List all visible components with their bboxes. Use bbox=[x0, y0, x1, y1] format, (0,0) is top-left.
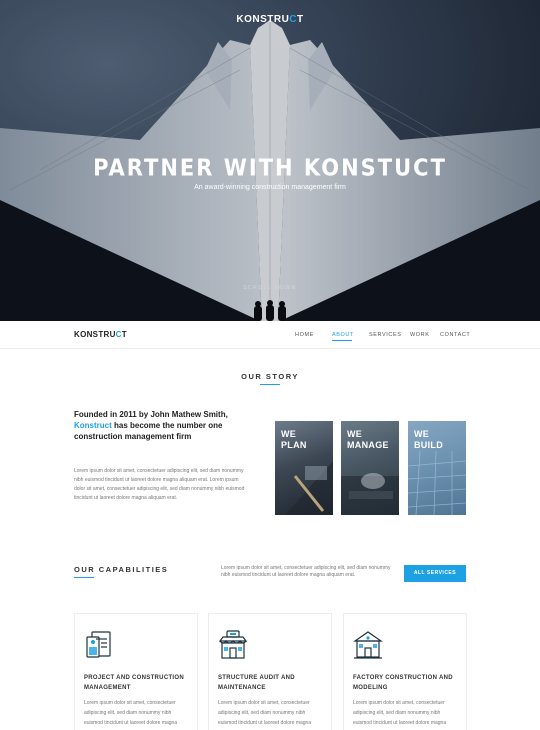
nav-item-work[interactable]: WORK bbox=[410, 332, 430, 338]
building-icon bbox=[353, 629, 383, 666]
we-plan-line2: PLAN bbox=[281, 440, 307, 450]
story-heading: Founded in 2011 by John Mathew Smith, Ko… bbox=[74, 409, 249, 442]
we-manage-line1: WE bbox=[347, 429, 363, 439]
hero-logo-text: KONSTRU bbox=[236, 14, 290, 25]
story-body-text: Lorem ipsum dolor sit amet, consectetuer… bbox=[74, 468, 245, 501]
documents-icon bbox=[84, 629, 114, 666]
story-heading-brand: Konstruct bbox=[74, 421, 112, 430]
hero-title: PARTNER WITH KONSTUCT bbox=[93, 154, 447, 182]
service-card-structure-audit[interactable]: STRUCTURE AUDIT AND MAINTENANCE Lorem ip… bbox=[208, 613, 332, 730]
nav-active-indicator bbox=[332, 340, 352, 341]
we-manage-label: WE MANAGE bbox=[347, 429, 389, 451]
we-build-line2: BUILD bbox=[414, 440, 443, 450]
we-build-card[interactable]: WE BUILD bbox=[408, 421, 466, 515]
nav-item-services[interactable]: SERVICES bbox=[369, 332, 402, 338]
service-title: PROJECT AND CONSTRUCTION MANAGEMENT bbox=[84, 675, 184, 691]
story-heading-start: Founded in 2011 by John Mathew Smith, bbox=[74, 410, 228, 419]
story-title-underline bbox=[260, 384, 280, 385]
we-manage-card[interactable]: WE MANAGE bbox=[341, 421, 399, 515]
service-title: FACTORY CONSTRUCTION AND MODELING bbox=[353, 675, 453, 691]
capabilities-title: OUR CAPABILITIES bbox=[74, 565, 169, 574]
all-services-button[interactable]: ALL SERVICES bbox=[404, 565, 466, 582]
nav-logo[interactable]: KONSTRUCT bbox=[74, 330, 127, 339]
capabilities-title-underline bbox=[74, 577, 94, 578]
storefront-icon bbox=[218, 629, 248, 666]
hero-logo-accent: C bbox=[289, 14, 298, 25]
we-plan-label: WE PLAN bbox=[281, 429, 307, 451]
service-card-project-management[interactable]: PROJECT AND CONSTRUCTION MANAGEMENT Lore… bbox=[74, 613, 198, 730]
capabilities-description: Lorem ipsum dolor sit amet, consectetuer… bbox=[221, 565, 391, 578]
nav-item-about[interactable]: ABOUT bbox=[332, 332, 354, 338]
main-navigation: KONSTRUCT HOME ABOUT SERVICES WORK CONTA… bbox=[0, 321, 540, 349]
we-build-line1: WE bbox=[414, 429, 430, 439]
service-text: Lorem ipsum dolor sit amet, consectetuer… bbox=[218, 700, 312, 726]
nav-logo-text: KONSTRU bbox=[74, 330, 116, 339]
nav-logo-end: T bbox=[121, 330, 127, 339]
hero-section: KONSTRUCT PARTNER WITH KONSTUCT An award… bbox=[0, 0, 540, 321]
service-card-factory-construction[interactable]: FACTORY CONSTRUCTION AND MODELING Lorem … bbox=[343, 613, 467, 730]
service-text: Lorem ipsum dolor sit amet, consectetuer… bbox=[84, 700, 178, 726]
nav-item-home[interactable]: HOME bbox=[295, 332, 314, 338]
story-section-title: OUR STORY bbox=[241, 372, 299, 381]
hero-logo-end: T bbox=[297, 14, 304, 25]
service-title: STRUCTURE AUDIT AND MAINTENANCE bbox=[218, 675, 295, 691]
scroll-down-link[interactable]: SCROLL DOWN bbox=[0, 285, 540, 291]
we-plan-line1: WE bbox=[281, 429, 297, 439]
hero-logo[interactable]: KONSTRUCT bbox=[0, 14, 540, 25]
nav-item-contact[interactable]: CONTACT bbox=[440, 332, 470, 338]
we-build-label: WE BUILD bbox=[414, 429, 443, 451]
we-manage-line2: MANAGE bbox=[347, 440, 389, 450]
service-text: Lorem ipsum dolor sit amet, consectetuer… bbox=[353, 700, 447, 726]
hero-subtitle: An award-winning construction management… bbox=[194, 184, 346, 191]
we-plan-card[interactable]: WE PLAN bbox=[275, 421, 333, 515]
